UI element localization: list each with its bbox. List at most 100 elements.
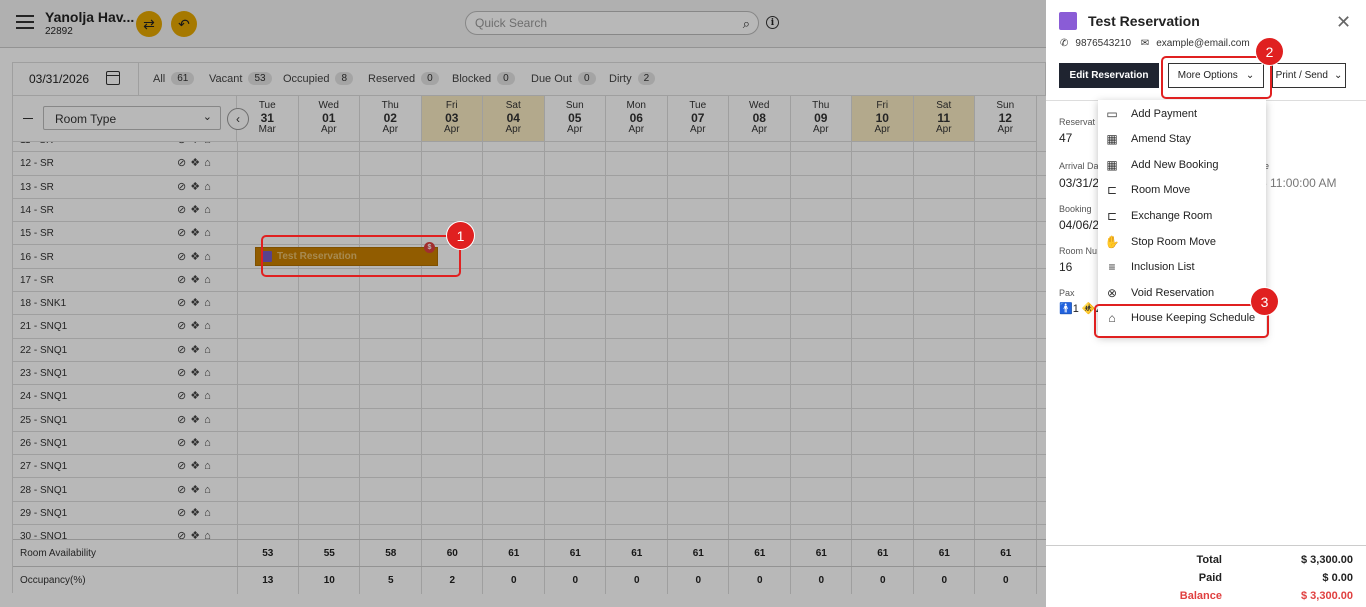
room-label[interactable]: 24 - SNQ1 [20,391,67,402]
paid-value: $ 0.00 [1322,572,1353,584]
room-label[interactable]: 11 - SR [20,142,53,146]
room-status-icons: ⊘❖⌂ [177,319,215,332]
no-smoking-icon: ⊘ [177,297,191,310]
footer-value: 0 [941,575,948,586]
pet-icon: ❖ [190,227,205,240]
footer-value: 5 [387,575,394,586]
filter-due-out[interactable]: Due Out 0 [531,72,596,85]
room-label[interactable]: 28 - SNQ1 [20,485,67,496]
grid-column-line [1035,142,1037,539]
menu-item-room-move[interactable]: ⊏ Room Move [1098,178,1266,203]
email-icon: ✉ [1140,38,1150,49]
collapse-all-icon[interactable] [23,118,33,119]
annotation-box-3 [1094,304,1269,338]
room-label[interactable]: 13 - SR [20,182,54,193]
phone-icon: ✆ [1060,38,1069,49]
pet-icon: ❖ [190,367,205,379]
room-row: 22 - SNQ1 ⊘❖⌂ [13,339,1046,362]
room-label[interactable]: 27 - SNQ1 [20,461,67,472]
pet-icon: ❖ [190,273,205,286]
room-status-icons: ⊘❖⌂ [177,436,215,449]
edit-reservation-button[interactable]: Edit Reservation [1059,63,1159,88]
grid-column-line [605,142,606,539]
filter-bar: 03/31/2026 All 61 Vacant 53 Occupied 8 Reserve… [12,62,1046,96]
room-row: 25 - SNQ1 ⊘❖⌂ [13,409,1046,432]
room-row: 14 - SR ⊘❖⌂ [13,199,1046,223]
menu-item-add-payment[interactable]: ▭ Add Payment [1098,101,1266,126]
filter-all[interactable]: All 61 [153,72,195,85]
phone: 9876543210 [1075,38,1132,49]
footer-value: 61 [754,548,766,559]
room-label[interactable]: 12 - SR [20,158,54,169]
shuffle-button[interactable]: ⇄ [136,11,162,37]
room-grid: Room Type ⌄ ‹ Tue 31 Mar Wed 01 Apr Thu 02 Apr Fri… [12,96,1046,594]
housekeeping-icon: ⌂ [204,273,215,286]
filter-dirty[interactable]: Dirty 2 [609,72,656,85]
calendar-icon[interactable] [106,71,120,85]
menu-item-void-reservation[interactable]: ⊗ Void Reservation [1098,280,1266,305]
menu-item-exchange-room[interactable]: ⊏ Exchange Room [1098,203,1266,228]
room-row: 28 - SNQ1 ⊘❖⌂ [13,479,1046,502]
room-row: 16 - SR ⊘❖⌂ [13,246,1046,269]
annotation-2: 2 [1256,38,1283,65]
search-input[interactable]: Quick Search ⌕ [465,11,759,35]
footer-value: 13 [262,575,274,586]
menu-item-amend-stay[interactable]: ▦ Amend Stay [1098,127,1266,152]
room-label[interactable]: 21 - SNQ1 [20,321,67,332]
undo-button[interactable]: ↶ [171,11,197,37]
hand-stop-icon: ✋ [1104,234,1120,249]
annotation-3: 3 [1251,288,1278,315]
date-picker[interactable]: 03/31/2026 [13,63,139,95]
menu-icon[interactable] [16,15,34,29]
menu-item-stop-room-move[interactable]: ✋ Stop Room Move [1098,229,1266,254]
grid-side-header: Room Type ⌄ [13,96,237,142]
info-icon[interactable]: i [766,16,779,29]
filter-blocked[interactable]: Blocked 0 [452,72,515,85]
room-label[interactable]: 30 - SNQ1 [20,531,67,539]
filter-occupied[interactable]: Occupied 8 [283,72,354,85]
room-label[interactable]: 18 - SNK1 [20,298,66,309]
list-icon: ≡ [1108,260,1116,275]
footer-value: 58 [385,548,397,559]
room-label[interactable]: 23 - SNQ1 [20,368,67,379]
room-label[interactable]: 29 - SNQ1 [20,508,67,519]
building-icon [1059,12,1077,30]
room-label[interactable]: 15 - SR [20,228,54,239]
filter-count: 0 [577,72,596,85]
room-label[interactable]: 16 - SR [20,252,54,263]
print-send-button[interactable]: Print / Send ⌄ [1272,63,1346,88]
footer-value: 0 [818,575,825,586]
date-column-header: Wed 01 Apr [298,96,360,142]
room-label[interactable]: 25 - SNQ1 [20,415,67,426]
grid-column-line [1035,540,1037,567]
room-type-select[interactable]: Room Type ⌄ [43,106,221,130]
room-rows: 11 - SR⊘❖⌂12 - SR⊘❖⌂13 - SR⊘❖⌂14 - SR⊘❖⌂… [13,142,1046,539]
room-label[interactable]: 26 - SNQ1 [20,438,67,449]
housekeeping-icon: ⌂ [204,506,215,519]
arrival-value: 03/31/2 [1059,176,1100,190]
property-id: 22892 [45,26,73,37]
room-status-icons: ⊘❖⌂ [177,296,215,309]
chevron-left-icon[interactable]: ‹ [227,108,249,130]
footer-value: 61 [938,548,950,559]
room-label[interactable]: 17 - SR [20,275,54,286]
footer-value: 60 [446,548,458,559]
menu-item-inclusion-list[interactable]: ≡ Inclusion List [1098,255,1266,280]
availability-row: Room Availability 53 55 58 60 61 61 61 61 61 61 61 6… [13,539,1046,567]
room-status-icons: ⊘❖⌂ [177,459,215,472]
housekeeping-icon: ⌂ [204,436,215,449]
footer-value: 61 [569,548,581,559]
close-icon[interactable]: ✕ [1336,12,1351,33]
filter-reserved[interactable]: Reserved 0 [368,72,439,85]
grid-divider [237,142,238,539]
room-label[interactable]: 14 - SR [20,205,54,216]
room-status-icons: ⊘❖⌂ [177,413,215,426]
date-column-header: Fri 10 Apr [852,96,914,142]
room-status-icons: ⊘❖⌂ [177,142,215,146]
room-label[interactable]: 22 - SNQ1 [20,345,67,356]
search-icon[interactable]: ⌕ [743,16,750,32]
filter-vacant[interactable]: Vacant 53 [209,72,272,85]
room-label: Room Nu [1059,246,1098,256]
menu-item-add-new-booking[interactable]: ▦ Add New Booking [1098,152,1266,177]
pet-icon: ❖ [190,390,205,403]
